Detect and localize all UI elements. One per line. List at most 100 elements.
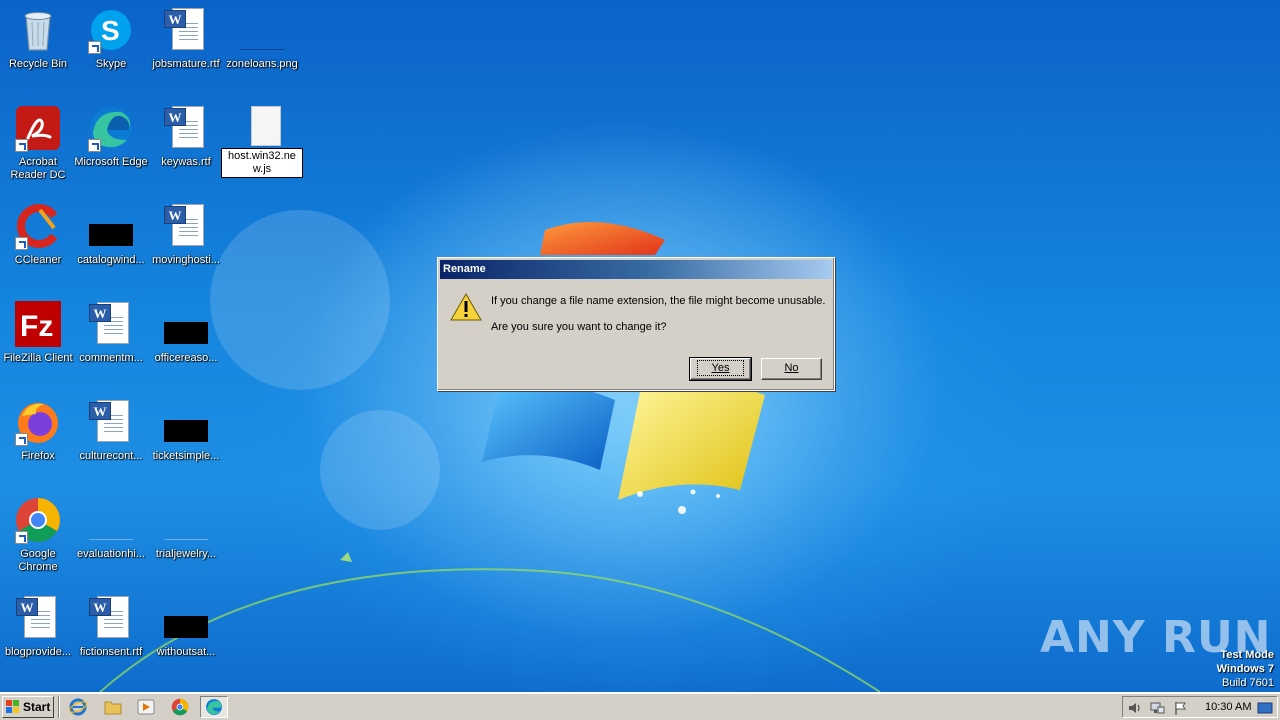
word-icon: W [89,598,111,616]
desktop-icon-ticketsimple[interactable]: ticketsimple... [148,392,224,484]
taskbar-ie-button[interactable] [64,696,92,718]
build-line: Build 7601 [1222,677,1274,689]
shortcut-arrow-icon [88,139,101,152]
desktop-icon-catalogwind[interactable]: catalogwind... [73,196,149,288]
icon-label: trialjewelry... [155,548,217,560]
icon-label: Firefox [21,450,55,462]
icon-label: fictionsent.rtf [79,646,143,658]
warning-icon [450,292,482,321]
desktop-icon-edge[interactable]: Microsoft Edge [73,98,149,190]
icon-label: keywas.rtf [161,156,211,168]
desktop-icon-keywas[interactable]: W keywas.rtf [148,98,224,190]
chrome-icon [171,698,189,716]
filezilla-icon: Fz [15,301,61,347]
desktop-icon-movinghosti[interactable]: W movinghosti... [148,196,224,288]
desktop-icon-recycle-bin[interactable]: Recycle Bin [0,0,76,92]
word-icon: W [164,206,186,224]
icon-label: blogprovide... [4,646,72,658]
icon-label: zoneloans.png [226,58,298,70]
word-icon: W [89,402,111,420]
recycle-bin-icon [24,12,52,51]
icon-label: evaluationhi... [77,548,145,560]
network-icon[interactable] [1149,700,1165,716]
shortcut-arrow-icon [15,237,28,250]
desktop-icon-ccleaner[interactable]: CCleaner [0,196,76,288]
thumbnail-black-icon [164,420,208,442]
desktop-icon-officereaso[interactable]: officereaso... [148,294,224,386]
test-mode-notice: Test Mode Windows 7 Build 7601 [1217,648,1274,690]
desktop-icon-evaluationhi[interactable]: evaluationhi... [73,490,149,582]
icon-label: officereaso... [154,352,218,364]
icon-label: Acrobat Reader DC [10,156,66,181]
yes-button[interactable]: Yes [689,357,752,381]
thumbnail-black-icon [164,616,208,638]
desktop[interactable]: Recycle Bin Acrobat Reader DC CCleaner F… [0,0,1280,692]
shortcut-arrow-icon [15,531,28,544]
no-button-label: No [784,362,799,374]
icon-label: movinghosti... [152,254,220,266]
folder-icon [104,701,122,715]
edge-icon [206,699,222,715]
word-icon: W [89,304,111,322]
start-label: Start [23,700,51,714]
dialog-question: Are you sure you want to change it? [491,321,667,333]
icon-label: CCleaner [14,254,62,266]
action-center-flag-icon[interactable] [1173,700,1189,716]
media-player-icon [137,699,155,715]
icon-label: culturecont... [79,450,143,462]
desktop-icon-fictionsent[interactable]: W fictionsent.rtf [73,588,149,680]
thumbnail-black-icon [164,322,208,344]
icon-label: catalogwind... [77,254,145,266]
word-icon: W [164,108,186,126]
rename-edit-field[interactable]: host.win32.new.js [221,148,303,178]
taskbar-media-player-button[interactable] [132,696,160,718]
thumbnail-black-icon [89,224,133,246]
desktop-icon-host-js[interactable]: host.win32.new.js [221,98,303,190]
desktop-icon-zoneloans[interactable]: zoneloans.png [224,0,300,92]
word-icon: W [16,598,38,616]
icon-label: Recycle Bin [8,58,68,70]
show-desktop-icon[interactable] [1257,700,1273,716]
desktop-icon-acrobat[interactable]: Acrobat Reader DC [0,98,76,190]
icon-label: withoutsat... [156,646,216,658]
svg-text:S: S [101,15,120,46]
yes-button-label: Yes [696,360,745,376]
volume-icon[interactable] [1127,700,1143,716]
shortcut-arrow-icon [15,433,28,446]
svg-text:Fz: Fz [20,310,53,343]
icon-label: Microsoft Edge [74,156,148,168]
desktop-icon-withoutsat[interactable]: withoutsat... [148,588,224,680]
taskbar-edge-button[interactable] [200,696,228,718]
desktop-icon-skype[interactable]: S Skype [73,0,149,92]
taskbar-explorer-button[interactable] [99,696,127,718]
taskbar-chrome-button[interactable] [166,696,194,718]
taskbar: Start 10:30 AM [0,692,1280,720]
desktop-icon-jobsmature[interactable]: W jobsmature.rtf [148,0,224,92]
desktop-icon-blogprovide[interactable]: W blogprovide... [0,588,76,680]
rename-dialog[interactable]: Rename If you change a file name extensi… [437,257,835,391]
taskbar-clock[interactable]: 10:30 AM [1205,701,1251,713]
icon-label: commentm... [79,352,143,364]
desktop-icon-filezilla[interactable]: Fz FileZilla Client [0,294,76,386]
thumbnail-blank-icon [89,518,133,540]
desktop-icon-firefox[interactable]: Firefox [0,392,76,484]
system-tray: 10:30 AM [1122,696,1278,718]
start-button[interactable]: Start [2,696,54,718]
shortcut-arrow-icon [88,41,101,54]
word-icon: W [164,10,186,28]
thumbnail-blank-icon [164,518,208,540]
icon-label: ticketsimple... [152,450,220,462]
dialog-title[interactable]: Rename [440,260,832,279]
icon-label: FileZilla Client [3,352,73,364]
desktop-icon-culturecont[interactable]: W culturecont... [73,392,149,484]
desktop-icon-trialjewelry[interactable]: trialjewelry... [148,490,224,582]
desktop-icon-commentm[interactable]: W commentm... [73,294,149,386]
thumbnail-image-icon [240,28,284,50]
no-button[interactable]: No [761,358,822,380]
icon-label: Google Chrome [18,548,58,573]
windows-flag-icon [6,700,19,713]
icon-label: jobsmature.rtf [152,58,220,70]
script-file-icon [251,106,281,146]
taskbar-separator [58,696,60,718]
desktop-icon-chrome[interactable]: Google Chrome [0,490,76,582]
